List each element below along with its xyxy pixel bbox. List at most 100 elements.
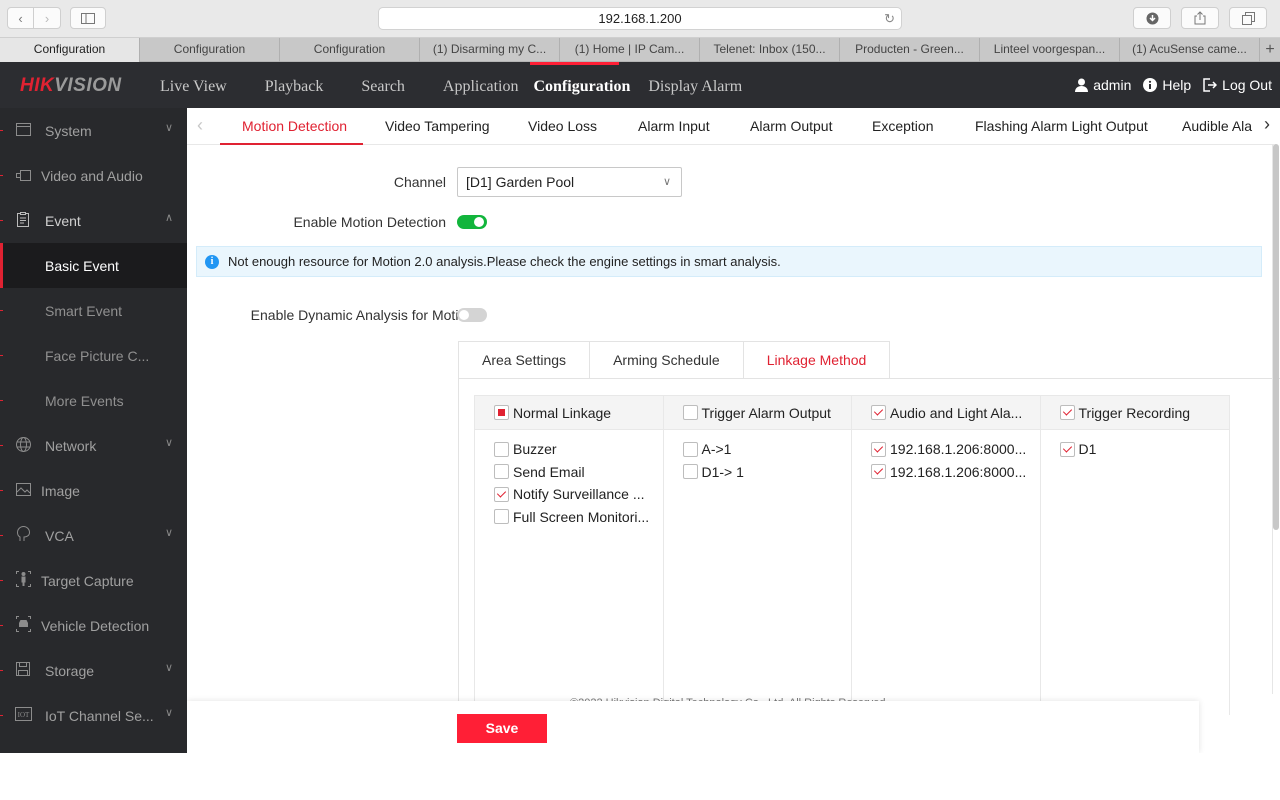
sidebar-subitem-more-events[interactable]: More Events (0, 378, 187, 423)
sidebar-item-image[interactable]: Image (0, 468, 187, 513)
logout-link[interactable]: Log Out (1203, 77, 1272, 93)
send-email-checkbox[interactable] (494, 464, 509, 479)
download-icon (1146, 12, 1159, 25)
audio-light-device-checkbox[interactable] (871, 442, 886, 457)
sidebar-subitem-face-picture[interactable]: Face Picture C... (0, 333, 187, 378)
dynamic-analysis-label: Enable Dynamic Analysis for Motion (187, 307, 474, 323)
browser-tab[interactable]: Telenet: Inbox (150... (700, 38, 840, 62)
tabs-prev-arrow[interactable]: ‹ (197, 115, 203, 136)
chevron-down-icon: ∨ (165, 706, 173, 719)
nav-search[interactable]: Search (361, 62, 405, 108)
browser-tab[interactable]: Configuration (280, 38, 420, 62)
browser-tab[interactable]: Linteel voorgespan... (980, 38, 1120, 62)
sidebar-item-target-capture[interactable]: Target Capture (0, 558, 187, 603)
list-item[interactable]: Buzzer (494, 438, 663, 461)
nav-application[interactable]: Application (443, 62, 519, 108)
enable-motion-toggle[interactable] (457, 215, 487, 229)
help-link[interactable]: Help (1143, 77, 1191, 93)
user-menu[interactable]: admin (1075, 77, 1131, 93)
browser-tab[interactable]: Configuration (140, 38, 280, 62)
address-bar[interactable]: 192.168.1.200 ↻ (378, 7, 902, 30)
sidebar-item-label: Storage (45, 663, 94, 679)
sidebar-subitem-smart-event[interactable]: Smart Event (0, 288, 187, 333)
list-item[interactable]: Notify Surveillance ... (494, 483, 663, 506)
trigger-recording-checkbox[interactable] (1060, 405, 1075, 420)
audio-light-alarm-checkbox[interactable] (871, 405, 886, 420)
browser-tab[interactable]: Producten - Green... (840, 38, 980, 62)
sidebar-item-network[interactable]: Network ∨ (0, 423, 187, 468)
tab-alarm-input[interactable]: Alarm Input (638, 108, 710, 145)
back-button[interactable]: ‹ (7, 7, 34, 29)
tab-area-settings[interactable]: Area Settings (458, 341, 589, 379)
item-marker (0, 535, 3, 536)
tab-flashing-alarm-light[interactable]: Flashing Alarm Light Output (975, 108, 1148, 145)
output-d1-checkbox[interactable] (683, 464, 698, 479)
notify-surveillance-checkbox[interactable] (494, 487, 509, 502)
save-button[interactable]: Save (457, 714, 547, 743)
chevron-right-icon: › (45, 11, 49, 26)
normal-linkage-checkbox[interactable] (494, 405, 509, 420)
column-header[interactable]: Normal Linkage (475, 396, 663, 430)
new-tab-button[interactable]: + (1260, 38, 1280, 61)
sidebar-item-vca[interactable]: VCA ∨ (0, 513, 187, 558)
nav-configuration[interactable]: Configuration (533, 62, 630, 108)
full-screen-monitoring-checkbox[interactable] (494, 509, 509, 524)
channel-select[interactable]: [D1] Garden Pool ∨ (457, 167, 682, 197)
audio-light-device-checkbox[interactable] (871, 464, 886, 479)
chevron-down-icon: ∨ (165, 121, 173, 134)
share-button[interactable] (1181, 7, 1219, 29)
reload-icon[interactable]: ↻ (884, 8, 895, 29)
column-header-label: Normal Linkage (513, 405, 611, 421)
tabs-icon (1242, 12, 1255, 25)
tab-arming-schedule[interactable]: Arming Schedule (589, 341, 743, 379)
tabs-next-arrow[interactable]: › (1264, 114, 1270, 135)
linkage-column-alarm-output: Trigger Alarm Output A->1 D1-> 1 (664, 396, 853, 715)
sidebar-item-event[interactable]: Event ∧ (0, 198, 187, 243)
record-d1-checkbox[interactable] (1060, 442, 1075, 457)
browser-tab[interactable]: (1) Home | IP Cam... (560, 38, 700, 62)
sidebar-item-storage[interactable]: Storage ∨ (0, 648, 187, 693)
column-header[interactable]: Trigger Recording (1041, 396, 1230, 430)
browser-tab[interactable]: Configuration (0, 38, 140, 62)
downloads-button[interactable] (1133, 7, 1171, 29)
list-item[interactable]: Full Screen Monitori... (494, 506, 663, 529)
tab-video-tampering[interactable]: Video Tampering (385, 108, 490, 145)
list-item[interactable]: Send Email (494, 461, 663, 484)
trigger-alarm-output-checkbox[interactable] (683, 405, 698, 420)
output-a1-checkbox[interactable] (683, 442, 698, 457)
tab-alarm-output[interactable]: Alarm Output (750, 108, 832, 145)
list-item[interactable]: A->1 (683, 438, 852, 461)
tab-linkage-method[interactable]: Linkage Method (743, 341, 891, 379)
tabs-overview-button[interactable] (1229, 7, 1267, 29)
item-marker (0, 490, 3, 491)
sidebar-item-video-audio[interactable]: Video and Audio (0, 153, 187, 198)
scrollbar[interactable] (1273, 144, 1279, 530)
column-header[interactable]: Audio and Light Ala... (852, 396, 1040, 430)
list-item[interactable]: D1 (1060, 438, 1230, 461)
browser-tab[interactable]: (1) Disarming my C... (420, 38, 560, 62)
dynamic-analysis-toggle[interactable] (457, 308, 487, 322)
buzzer-checkbox[interactable] (494, 442, 509, 457)
tab-exception[interactable]: Exception (872, 108, 933, 145)
list-item[interactable]: D1-> 1 (683, 461, 852, 484)
nav-live-view[interactable]: Live View (160, 62, 227, 108)
sidebar-item-system[interactable]: System ∨ (0, 108, 187, 153)
sidebar-subitem-basic-event[interactable]: Basic Event (0, 243, 187, 288)
logo-red-part: HIK (20, 75, 54, 96)
nav-display-alarm[interactable]: Display Alarm (648, 62, 742, 108)
list-item[interactable]: 192.168.1.206:8000... (871, 438, 1040, 461)
item-marker (0, 310, 3, 311)
sidebar-item-iot-channel[interactable]: IOT IoT Channel Se... ∨ (0, 693, 187, 738)
column-header[interactable]: Trigger Alarm Output (664, 396, 852, 430)
tab-audible-alarm[interactable]: Audible Ala (1182, 108, 1260, 145)
nav-playback[interactable]: Playback (265, 62, 324, 108)
tab-motion-detection[interactable]: Motion Detection (242, 108, 347, 145)
tab-video-loss[interactable]: Video Loss (528, 108, 597, 145)
toggle-knob (459, 310, 469, 320)
item-label: Buzzer (513, 441, 557, 457)
forward-button[interactable]: › (34, 7, 61, 29)
sidebar-toggle-button[interactable] (70, 7, 106, 29)
sidebar-item-vehicle-detection[interactable]: Vehicle Detection (0, 603, 187, 648)
browser-tab[interactable]: (1) AcuSense came... (1120, 38, 1260, 62)
list-item[interactable]: 192.168.1.206:8000... (871, 461, 1040, 484)
